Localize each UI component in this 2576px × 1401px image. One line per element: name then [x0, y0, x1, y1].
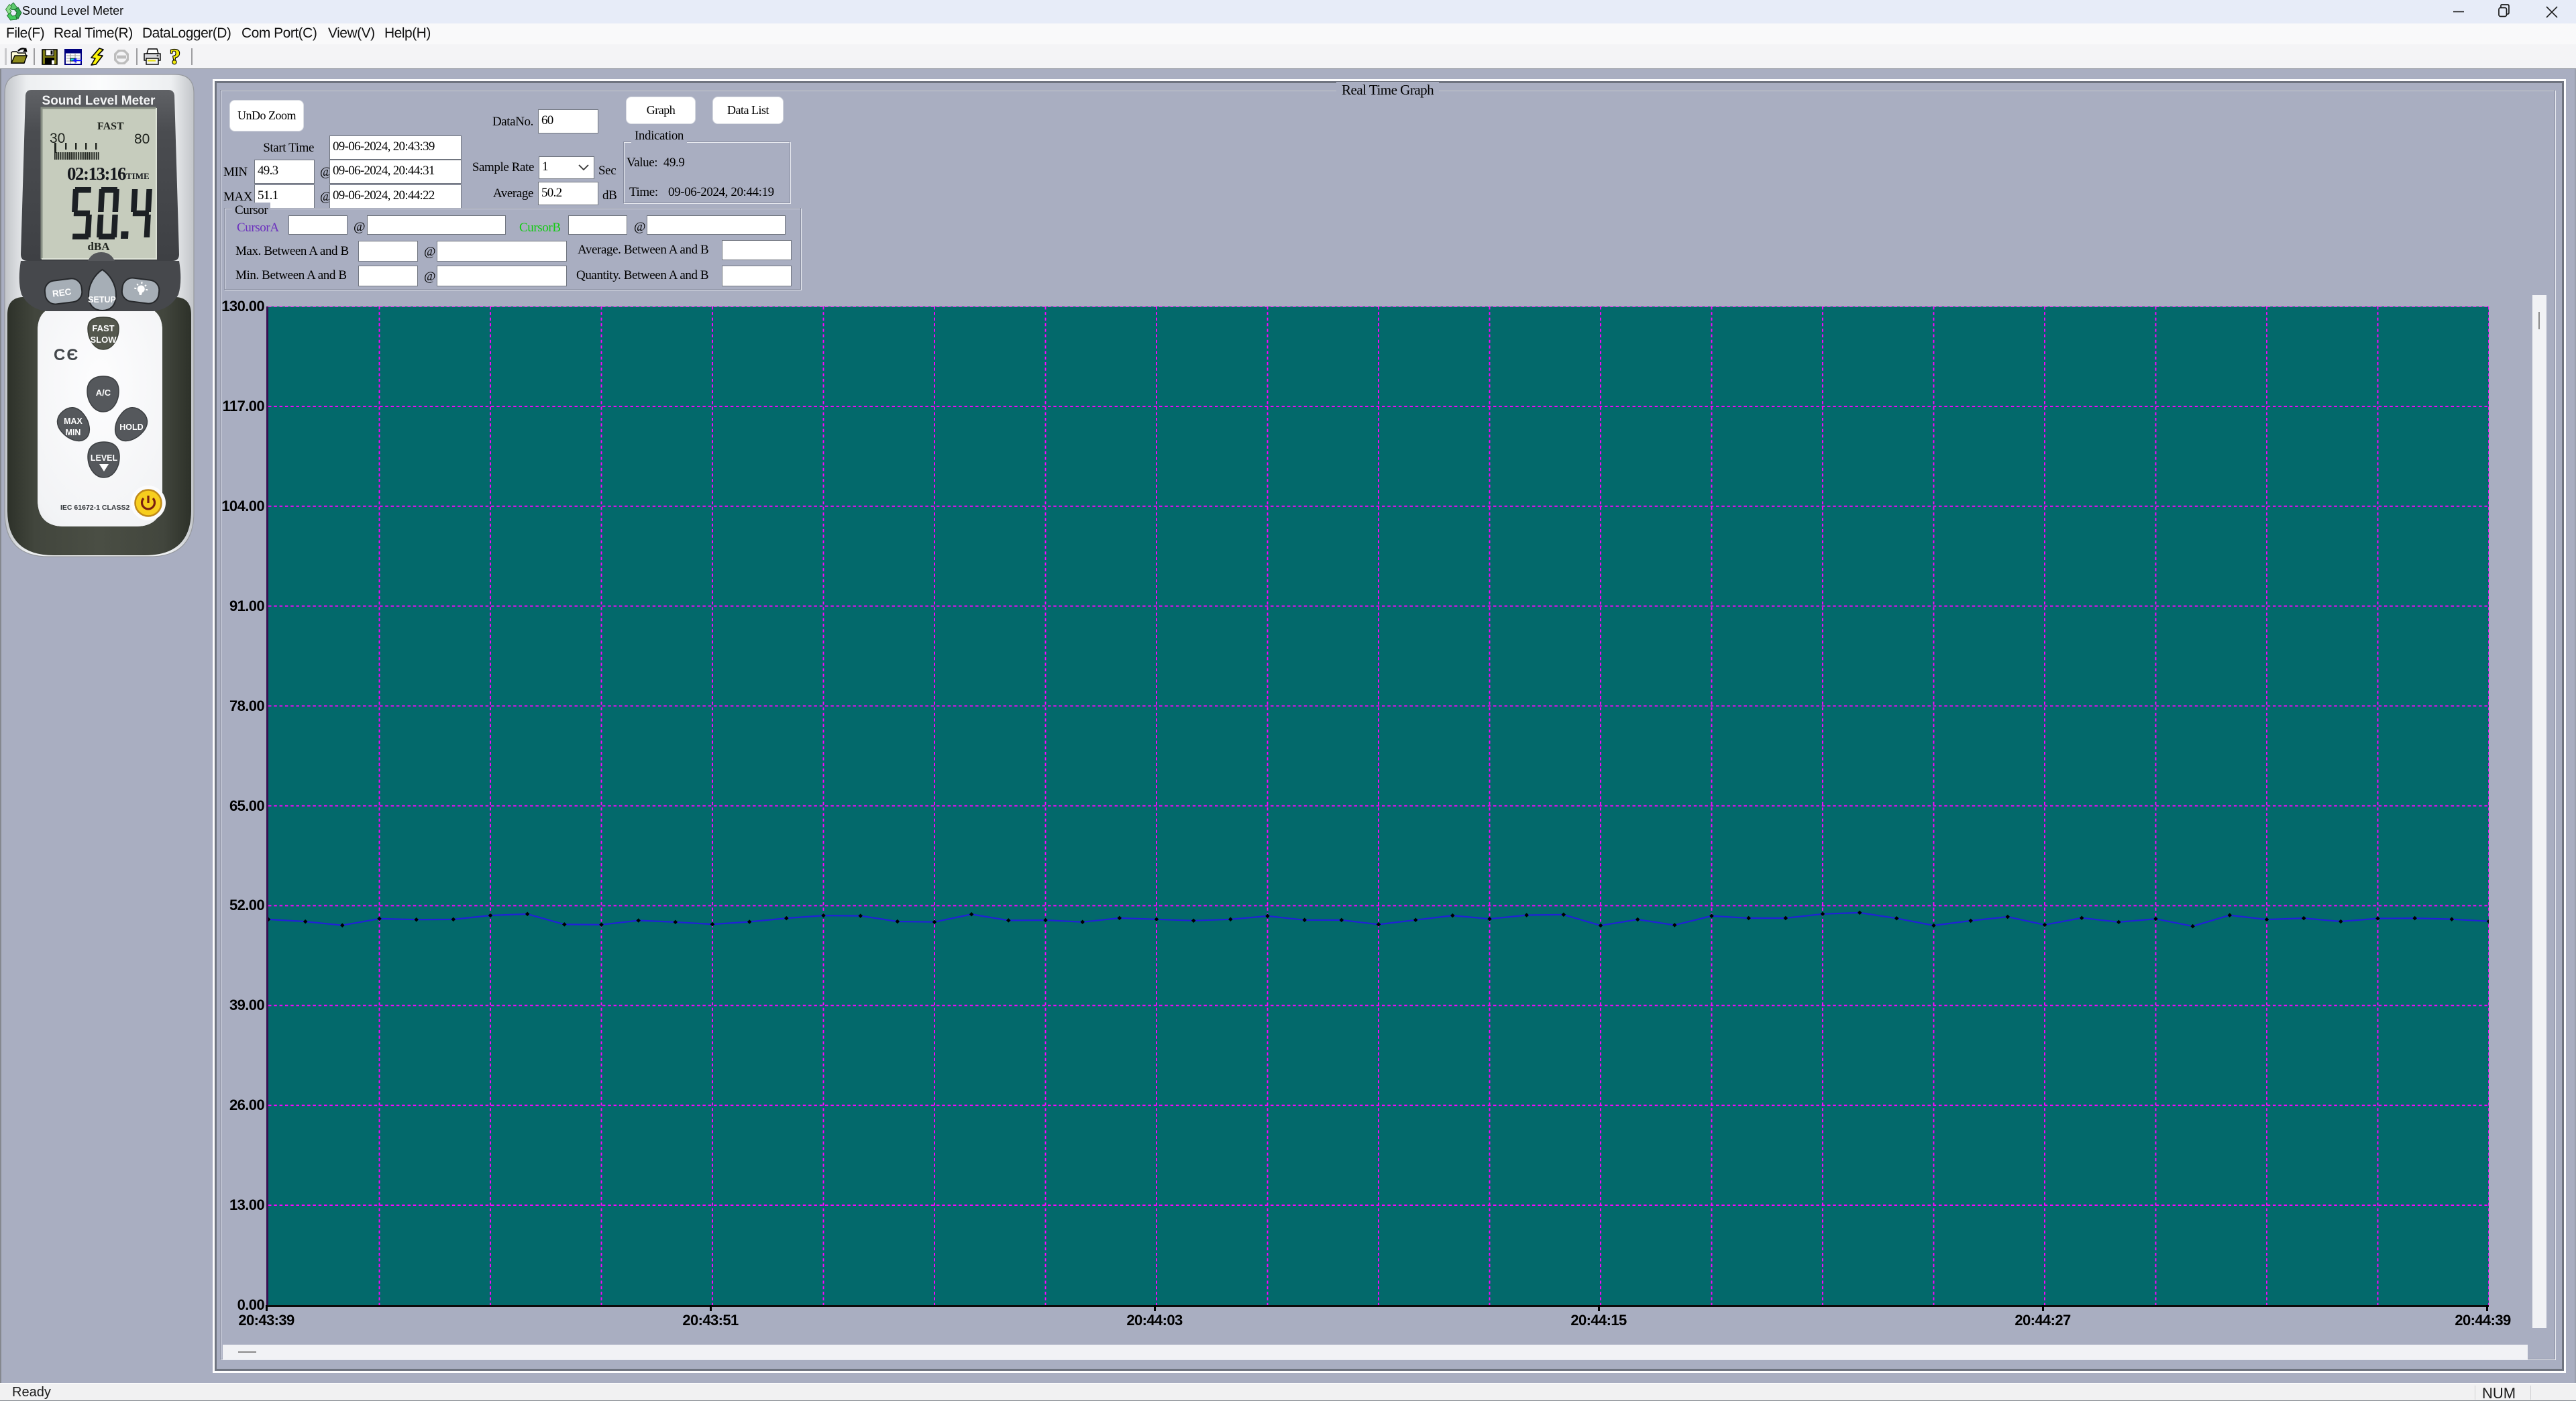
svg-text:dBA: dBA	[87, 240, 110, 253]
svg-text:HOLD: HOLD	[119, 423, 143, 432]
svg-text:LEVEL: LEVEL	[91, 453, 118, 463]
svg-text:30: 30	[50, 131, 65, 146]
svg-text:FAST: FAST	[92, 323, 114, 333]
svg-text:FAST: FAST	[97, 121, 124, 132]
svg-text:TIME: TIME	[126, 171, 150, 181]
svg-text:SLOW: SLOW	[91, 335, 117, 345]
svg-text:CЄ: CЄ	[54, 346, 79, 364]
svg-text:MAX: MAX	[64, 416, 83, 426]
svg-text:SETUP: SETUP	[88, 295, 116, 304]
svg-text:02:13:16: 02:13:16	[67, 164, 126, 184]
svg-text:Sound Level Meter: Sound Level Meter	[42, 94, 156, 108]
svg-text:REC: REC	[52, 286, 72, 298]
svg-text:80: 80	[134, 131, 150, 147]
svg-text:MIN: MIN	[66, 428, 81, 437]
svg-text:?: ?	[170, 47, 180, 67]
svg-text:IEC 61672-1 CLASS2: IEC 61672-1 CLASS2	[60, 504, 129, 512]
svg-text:A/C: A/C	[96, 388, 111, 398]
